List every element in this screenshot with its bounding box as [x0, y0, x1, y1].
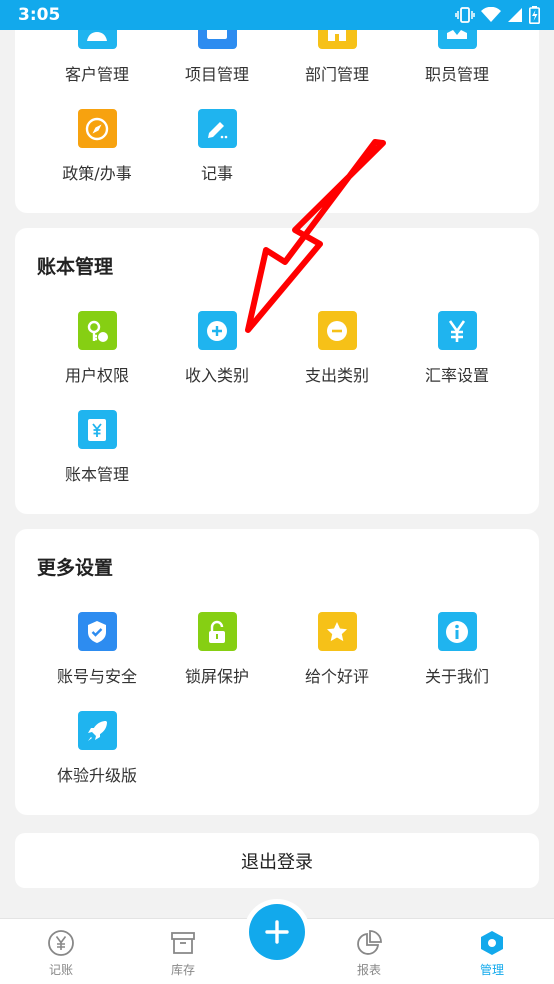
- signal-icon: [508, 8, 522, 22]
- manage-content[interactable]: 客户管理 项目管理 部门管理 职员管理 政策/办事 记事 账本管理 用户权限 收…: [0, 30, 554, 918]
- section-title: 更多设置: [37, 557, 114, 579]
- grid-item-ledger-management[interactable]: 账本管理: [37, 410, 157, 485]
- wifi-icon: [481, 7, 501, 22]
- grid-item-label: 政策/办事: [62, 164, 132, 183]
- grid-item-label: 关于我们: [424, 667, 489, 686]
- management-cube-icon: [481, 931, 503, 955]
- staff-icon: [437, 30, 477, 49]
- grid-item-about-us[interactable]: 关于我们: [397, 612, 517, 687]
- customer-icon: [77, 30, 117, 49]
- grid-item-label: 给个好评: [304, 667, 369, 686]
- ledger-book-icon: [77, 410, 117, 449]
- grid-item-label: 收入类别: [184, 366, 249, 385]
- grid-item-projects[interactable]: 项目管理: [157, 30, 277, 85]
- more-settings-card: 更多设置 账号与安全 锁屏保护 给个好评 关于我们 体验升级版: [15, 529, 539, 815]
- bottom-navigation: 记账 库存 报表 管理: [0, 904, 554, 984]
- grid-item-label: 体验升级版: [56, 766, 137, 785]
- nav-tab-bookkeeping[interactable]: 记账: [21, 929, 101, 978]
- grid-item-label: 锁屏保护: [184, 667, 249, 686]
- nav-label: 库存: [170, 963, 195, 977]
- lock-icon: [197, 612, 237, 651]
- department-icon: [317, 30, 357, 49]
- compass-icon: [77, 109, 117, 148]
- nav-label: 记账: [48, 963, 73, 977]
- grid-item-label: 用户权限: [64, 366, 129, 385]
- grid-item-label: 客户管理: [64, 65, 129, 84]
- yen-icon: [437, 311, 477, 350]
- grid-item-label: 账号与安全: [56, 667, 137, 686]
- grid-item-account-security[interactable]: 账号与安全: [37, 612, 157, 687]
- status-time: 3:05: [18, 5, 61, 25]
- nav-label: 报表: [356, 963, 381, 977]
- grid-item-label: 账本管理: [64, 465, 129, 484]
- grid-item-customers[interactable]: 客户管理: [37, 30, 157, 85]
- nav-tab-inventory[interactable]: 库存: [143, 929, 223, 978]
- add-entry-button[interactable]: [249, 904, 305, 960]
- grid-item-expense-categories[interactable]: 支出类别: [277, 311, 397, 386]
- logout-button[interactable]: 退出登录: [15, 833, 539, 888]
- grid-item-user-permissions[interactable]: 用户权限: [37, 311, 157, 386]
- grid-item-rate-us[interactable]: 给个好评: [277, 612, 397, 687]
- grid-item-departments[interactable]: 部门管理: [277, 30, 397, 85]
- pencil-icon: [197, 109, 237, 148]
- pie-chart-icon: [357, 930, 382, 955]
- star-icon: [317, 612, 357, 651]
- yen-circle-icon: [48, 930, 74, 956]
- grid-item-label: 项目管理: [184, 65, 249, 84]
- grid-item-label: 汇率设置: [424, 366, 489, 385]
- ledger-management-card: 账本管理 用户权限 收入类别 支出类别 汇率设置 账本管理: [15, 228, 539, 514]
- plus-icon: [265, 920, 289, 944]
- grid-item-policy[interactable]: 政策/办事: [37, 109, 157, 184]
- plus-circle-icon: [197, 311, 237, 350]
- key-user-icon: [77, 311, 117, 350]
- grid-item-label: 支出类别: [304, 366, 369, 385]
- grid-item-notes[interactable]: 记事: [157, 109, 277, 184]
- grid-item-label: 部门管理: [304, 65, 369, 84]
- minus-circle-icon: [317, 311, 357, 350]
- rocket-icon: [77, 711, 117, 750]
- grid-item-label: 职员管理: [424, 65, 489, 84]
- battery-icon: [529, 6, 540, 24]
- grid-item-income-categories[interactable]: 收入类别: [157, 311, 277, 386]
- status-bar: 3:05: [0, 0, 554, 30]
- grid-item-label: 记事: [200, 164, 233, 183]
- archive-box-icon: [171, 932, 195, 954]
- section-title: 账本管理: [37, 256, 114, 278]
- grid-item-exchange-rate[interactable]: 汇率设置: [397, 311, 517, 386]
- grid-item-staff[interactable]: 职员管理: [397, 30, 517, 85]
- info-icon: [437, 612, 477, 651]
- nav-tab-reports[interactable]: 报表: [329, 929, 409, 978]
- status-icons: [455, 6, 540, 24]
- nav-tab-management[interactable]: 管理: [452, 929, 532, 978]
- project-icon: [197, 30, 237, 49]
- basic-management-card: 客户管理 项目管理 部门管理 职员管理 政策/办事 记事: [15, 30, 539, 213]
- grid-item-upgrade[interactable]: 体验升级版: [37, 711, 157, 786]
- grid-item-screen-lock[interactable]: 锁屏保护: [157, 612, 277, 687]
- nav-label: 管理: [479, 963, 504, 977]
- vibrate-icon: [455, 7, 475, 23]
- shield-icon: [77, 612, 117, 651]
